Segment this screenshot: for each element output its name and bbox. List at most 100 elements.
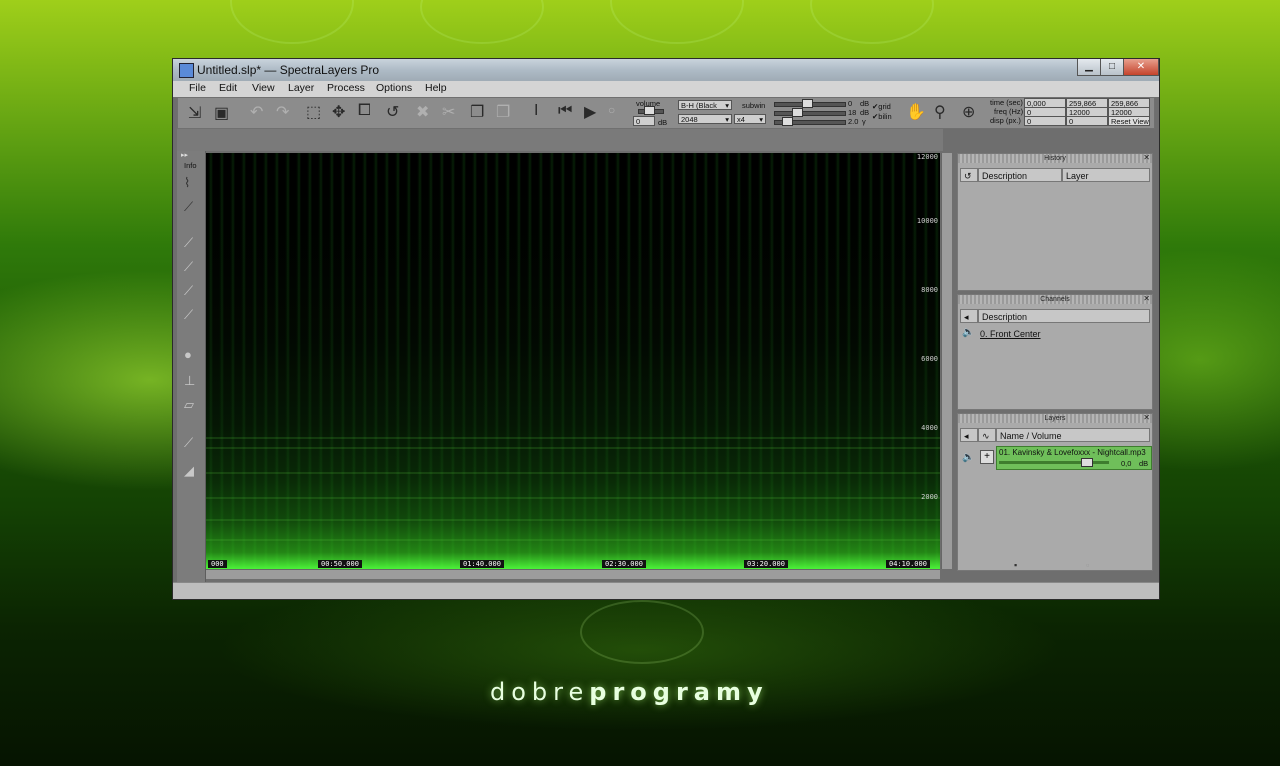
background-swirl — [230, 0, 354, 44]
level-slider-2[interactable] — [774, 111, 846, 116]
subwin-select[interactable]: x4 ▾ — [734, 114, 766, 124]
spectrogram-view[interactable]: 12000 10000 8000 6000 4000 2000 000 00:5… — [206, 153, 940, 569]
volume-input[interactable]: 0 — [633, 116, 655, 126]
slider-1-unit: dB — [860, 99, 870, 108]
close-button[interactable]: ✕ — [1123, 59, 1159, 76]
record-icon[interactable]: ○ — [608, 103, 615, 117]
pick-icon[interactable]: ⟋ — [184, 199, 193, 215]
time-tick: 01:40.000 — [460, 560, 504, 568]
app-icon — [179, 63, 194, 78]
rewind-icon[interactable]: ⏮ — [558, 102, 572, 120]
maximize-button[interactable]: □ — [1100, 59, 1124, 76]
copy-icon[interactable]: ❐ — [470, 102, 484, 122]
layer-volume-unit: dB — [1139, 459, 1149, 468]
paste-icon[interactable]: ❐ — [496, 102, 510, 122]
harmonic-brush-icon[interactable]: ⟋ — [184, 283, 193, 299]
level-slider-3-thumb[interactable] — [782, 117, 793, 126]
freq-tick: 10000 — [916, 217, 938, 225]
import-icon[interactable]: ⇲ — [188, 103, 201, 123]
slider-3-value: 2.0 — [848, 117, 859, 126]
stamp-icon[interactable]: ⊥ — [184, 373, 195, 389]
menu-view[interactable]: View — [252, 82, 275, 94]
channel-mute-header-icon[interactable]: ◂ — [960, 309, 978, 323]
level-slider-1-thumb[interactable] — [802, 99, 813, 108]
main-toolbar: ⇲ ▣ ↶ ↷ ⬚ ✥ ⧠ ↺ ✖ ✂ ❐ ❐ I ⏮ ▶ ○ volume 0… — [177, 97, 1155, 129]
minimize-button[interactable]: ▁ — [1077, 59, 1101, 76]
rect-select-icon[interactable]: ⬚ — [306, 102, 321, 122]
volume-slider-thumb[interactable] — [644, 106, 655, 115]
play-icon[interactable]: ▶ — [584, 102, 596, 122]
cursor-icon[interactable]: I — [534, 102, 538, 120]
disp-x-input[interactable]: 0 — [1024, 116, 1066, 126]
freq-tick: 4000 — [921, 424, 938, 432]
layer-item[interactable]: 01. Kavinsky & Lovefoxxx - Nightcall.mp3… — [996, 446, 1152, 470]
layer-link-header-icon[interactable]: ∿ — [978, 428, 996, 442]
new-layer-icon[interactable]: ▪ — [1014, 560, 1017, 570]
layers-title: Layers — [958, 414, 1152, 423]
slider-3-unit: γ — [862, 117, 866, 126]
zoom-icon[interactable]: ⚲ — [934, 102, 946, 122]
spectral-band — [206, 539, 940, 541]
close-history-icon[interactable]: ✕ — [1143, 153, 1150, 162]
close-layers-icon[interactable]: ✕ — [1143, 413, 1150, 422]
horizontal-scrollbar[interactable] — [206, 569, 940, 579]
reset-view-button[interactable]: Reset View — [1108, 116, 1150, 126]
redo-icon[interactable]: ↷ — [276, 102, 289, 122]
subwin-label: subwin — [742, 101, 766, 110]
flip-icon[interactable]: ↺ — [386, 102, 399, 122]
speaker-tool-icon[interactable]: ◢ — [184, 463, 194, 479]
hand-icon[interactable]: ✋ — [906, 102, 926, 122]
menu-process[interactable]: Process — [327, 82, 365, 94]
channels-col-description[interactable]: Description — [978, 309, 1150, 323]
bilinear-checkbox[interactable]: ✔bilin — [872, 112, 892, 121]
history-revert-icon[interactable]: ↺ — [960, 168, 978, 182]
delete-layer-icon[interactable]: ▫ — [1086, 560, 1089, 570]
disp-y-input[interactable]: 0 — [1066, 116, 1108, 126]
smudge-icon[interactable]: ⟋ — [184, 435, 193, 451]
history-col-layer[interactable]: Layer — [1062, 168, 1150, 182]
level-slider-2-thumb[interactable] — [792, 108, 803, 117]
menu-edit[interactable]: Edit — [219, 82, 237, 94]
layer-volume-value: 0,0 — [1121, 459, 1132, 468]
eraser-icon[interactable]: ▱ — [184, 397, 194, 413]
undo-icon[interactable]: ↶ — [250, 102, 263, 122]
spectrum-icon[interactable]: ⌇ — [184, 175, 190, 191]
menu-options[interactable]: Options — [376, 82, 412, 94]
pen-icon[interactable]: ⟋ — [184, 259, 193, 275]
menu-help[interactable]: Help — [425, 82, 447, 94]
circle-tool-icon[interactable]: ● — [184, 347, 192, 362]
delete-icon[interactable]: ✖ — [416, 102, 429, 122]
compass-icon[interactable]: ⊕ — [962, 102, 975, 122]
layer-speaker-icon[interactable]: 🔈 — [962, 452, 974, 463]
slider-2-unit: dB — [860, 108, 870, 117]
layer-mute-header-icon[interactable]: ◂ — [960, 428, 978, 442]
move-icon[interactable]: ✥ — [332, 102, 345, 122]
freehand-icon[interactable]: ⟋ — [184, 307, 193, 323]
channels-title: Channels — [958, 295, 1152, 304]
spectral-band — [206, 497, 940, 499]
fft-size-select[interactable]: 2048 ▾ — [678, 114, 732, 124]
cut-icon[interactable]: ✂ — [442, 102, 455, 122]
freq-tick: 2000 — [921, 493, 938, 501]
menu-file[interactable]: File — [189, 82, 206, 94]
brush-icon[interactable]: ⟋ — [184, 235, 193, 251]
time-tick: 00:50.000 — [318, 560, 362, 568]
crop-icon[interactable]: ⧠ — [358, 102, 371, 120]
vertical-scrollbar[interactable] — [941, 153, 952, 569]
freq-tick: 8000 — [921, 286, 938, 294]
collapse-panel-icon[interactable]: ▸▸ — [181, 151, 188, 159]
colormap-select[interactable]: B-H (Black ▾ — [678, 100, 732, 110]
menu-layer[interactable]: Layer — [288, 82, 314, 94]
close-channels-icon[interactable]: ✕ — [1143, 294, 1150, 303]
layer-volume-slider-thumb[interactable] — [1081, 458, 1093, 467]
spectral-band — [206, 447, 940, 449]
channel-speaker-icon[interactable]: 🔈 — [962, 327, 974, 338]
channel-item[interactable]: 0. Front Center — [980, 329, 1041, 339]
layer-add-icon[interactable]: + — [980, 450, 994, 464]
save-icon[interactable]: ▣ — [214, 103, 229, 123]
title-bar[interactable]: Untitled.slp* — SpectraLayers Pro ▁ □ ✕ — [173, 59, 1159, 82]
history-col-description[interactable]: Description — [978, 168, 1062, 182]
menu-bar: File Edit View Layer Process Options Hel… — [173, 81, 1159, 97]
layers-col-name[interactable]: Name / Volume — [996, 428, 1150, 442]
grid-checkbox[interactable]: ✔grid — [872, 102, 891, 111]
